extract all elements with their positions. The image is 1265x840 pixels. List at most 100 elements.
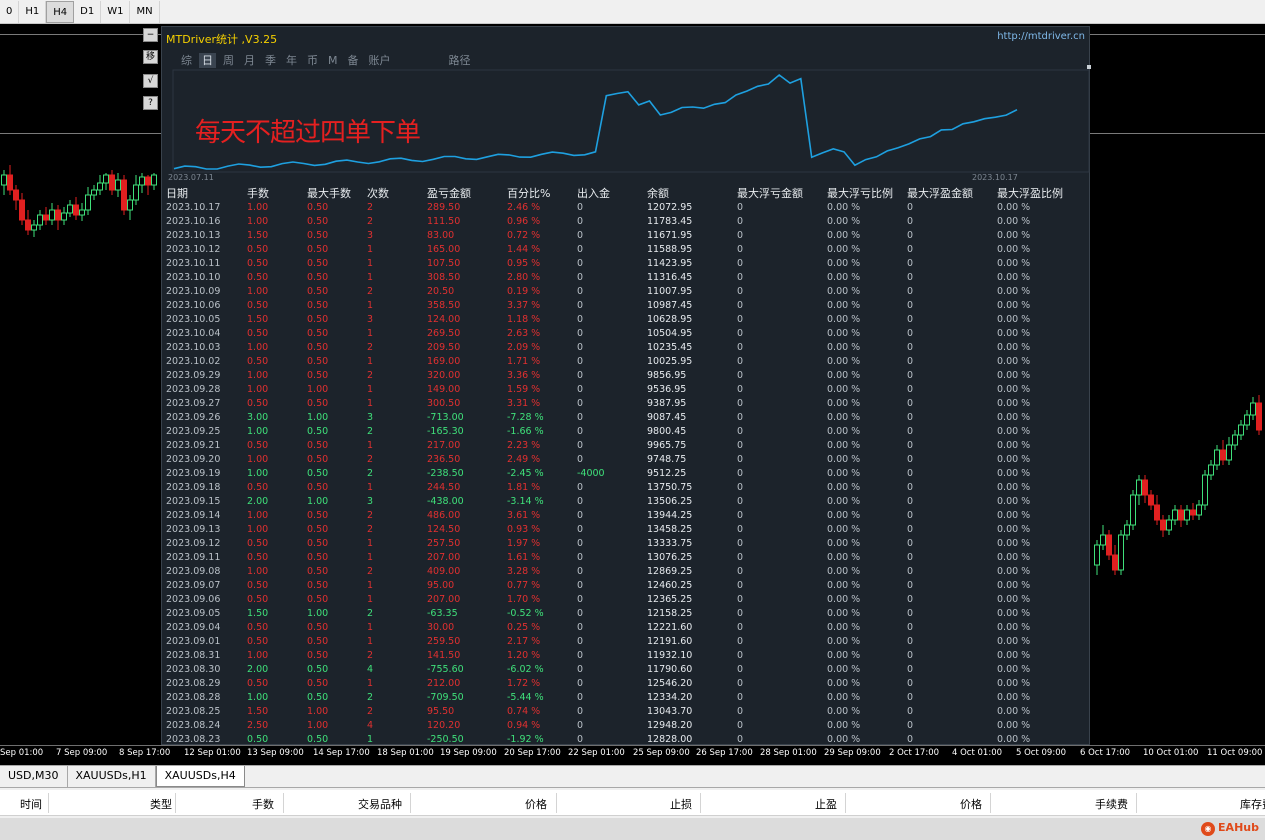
terminal-column-header[interactable]: 类型 bbox=[150, 796, 172, 812]
column-separator[interactable] bbox=[410, 793, 411, 813]
stats-cell: 2023.09.28 bbox=[166, 384, 221, 395]
help-panel-button[interactable]: ? bbox=[143, 96, 158, 110]
stats-cell: 0.50 bbox=[307, 272, 329, 283]
column-separator[interactable] bbox=[1136, 793, 1137, 813]
panel-tab-0[interactable]: 综 bbox=[178, 53, 195, 68]
stats-cell: 0 bbox=[737, 454, 744, 465]
stats-cell: 0.00 % bbox=[997, 496, 1031, 507]
move-panel-button[interactable]: 移 bbox=[143, 50, 158, 64]
terminal-column-header[interactable]: 库存费 bbox=[1240, 796, 1265, 812]
stats-cell: 9856.95 bbox=[647, 370, 687, 381]
terminal-column-header[interactable]: 价格 bbox=[525, 796, 547, 812]
stats-cell: 0 bbox=[737, 482, 744, 493]
stats-cell: 111.50 bbox=[427, 216, 461, 227]
chart-tab-0[interactable]: USD,M30 bbox=[0, 766, 68, 787]
stats-cell: 2023.09.18 bbox=[166, 482, 221, 493]
panel-tab-10[interactable]: 路径 bbox=[446, 53, 474, 68]
stats-cell: 2 bbox=[367, 370, 374, 381]
stats-cell: 1.00 bbox=[247, 286, 269, 297]
stats-cell: 0.00 % bbox=[827, 608, 861, 619]
timeframe-button-mn[interactable]: MN bbox=[130, 0, 160, 23]
stats-cell: 0.00 % bbox=[997, 580, 1031, 591]
stats-cell: 0 bbox=[577, 608, 584, 619]
panel-tab-3[interactable]: 月 bbox=[241, 53, 258, 68]
chart-tab-1[interactable]: XAUUSDs,H1 bbox=[68, 766, 156, 787]
stats-cell: 0 bbox=[737, 328, 744, 339]
terminal-column-header[interactable]: 交易品种 bbox=[358, 796, 402, 812]
panel-tab-1[interactable]: 日 bbox=[199, 53, 216, 68]
stats-cell: 2 bbox=[367, 566, 374, 577]
stats-cell: 0 bbox=[907, 412, 914, 423]
watermark: ◉ EAHub bbox=[1201, 821, 1259, 836]
time-axis-label: 29 Sep 09:00 bbox=[824, 748, 881, 758]
stats-cell: 0.00 % bbox=[997, 202, 1031, 213]
timeframe-button-h1[interactable]: H1 bbox=[19, 0, 47, 23]
chart-tab-2[interactable]: XAUUSDs,H4 bbox=[155, 766, 245, 787]
stats-cell: 11423.95 bbox=[647, 258, 693, 269]
timeframe-button-w1[interactable]: W1 bbox=[101, 0, 131, 23]
stats-cell: 2023.08.28 bbox=[166, 692, 221, 703]
panel-tab-2[interactable]: 周 bbox=[220, 53, 237, 68]
terminal-table-header: 时间 类型 手数 交易品种 价格 止损 止盈 价格 手续费 库存费 bbox=[0, 790, 1265, 816]
stats-cell: 2023.09.06 bbox=[166, 594, 221, 605]
stats-cell: -63.35 bbox=[427, 608, 458, 619]
terminal-column-header[interactable]: 止盈 bbox=[815, 796, 837, 812]
stats-cell: 2.00 bbox=[247, 496, 269, 507]
terminal-column-header[interactable]: 手数 bbox=[252, 796, 274, 812]
stats-row: 2023.09.15 2.00 1.00 3 -438.00 -3.14 % 0 13506.… bbox=[166, 495, 1086, 509]
column-separator[interactable] bbox=[48, 793, 49, 813]
stats-cell: 1 bbox=[367, 398, 374, 409]
stats-cell: 1 bbox=[367, 678, 374, 689]
terminal-column-header[interactable]: 价格 bbox=[960, 796, 982, 812]
terminal-column-header[interactable]: 手续费 bbox=[1095, 796, 1128, 812]
stats-cell: 0.00 % bbox=[997, 664, 1031, 675]
candle bbox=[115, 173, 121, 197]
stats-cell: 0.50 bbox=[307, 230, 329, 241]
stats-cell: 0.50 bbox=[307, 622, 329, 633]
timeframe-button-d1[interactable]: D1 bbox=[74, 0, 102, 23]
stats-cell: 0.50 bbox=[307, 328, 329, 339]
terminal-column-header[interactable]: 止损 bbox=[670, 796, 692, 812]
stats-cell: 289.50 bbox=[427, 202, 461, 213]
stats-cell: 3.61 % bbox=[507, 510, 541, 521]
confirm-panel-button[interactable]: √ bbox=[143, 74, 158, 88]
stats-cell: 0 bbox=[737, 300, 744, 311]
stats-row: 2023.09.11 0.50 0.50 1 207.00 1.61 % 0 13076.25… bbox=[166, 551, 1086, 565]
stats-cell: 2 bbox=[367, 692, 374, 703]
stats-row: 2023.09.21 0.50 0.50 1 217.00 2.23 % 0 9965.75 0… bbox=[166, 439, 1086, 453]
panel-tab-8[interactable]: 备 bbox=[345, 53, 362, 68]
candle bbox=[121, 175, 127, 215]
time-axis-label: 19 Sep 09:00 bbox=[440, 748, 497, 758]
stats-cell: 0 bbox=[907, 272, 914, 283]
stats-cell: 0.00 % bbox=[997, 734, 1031, 745]
stats-cell: 1.97 % bbox=[507, 538, 541, 549]
stats-cell: 30.00 bbox=[427, 622, 455, 633]
panel-resize-handle[interactable] bbox=[1087, 65, 1091, 69]
panel-tab-9[interactable]: 账户 bbox=[366, 53, 394, 68]
column-separator[interactable] bbox=[845, 793, 846, 813]
column-separator[interactable] bbox=[990, 793, 991, 813]
stats-cell: 1 bbox=[367, 384, 374, 395]
panel-title: MTDriver统计 ,V3.25 bbox=[166, 33, 278, 46]
panel-tab-4[interactable]: 季 bbox=[262, 53, 279, 68]
stats-cell: 0.50 bbox=[247, 678, 269, 689]
column-separator[interactable] bbox=[175, 793, 176, 813]
column-separator[interactable] bbox=[283, 793, 284, 813]
timeframe-button-0[interactable]: 0 bbox=[0, 0, 20, 23]
stats-cell: 2.63 % bbox=[507, 328, 541, 339]
terminal-column-header[interactable]: 时间 bbox=[20, 796, 42, 812]
stats-cell: 11932.10 bbox=[647, 650, 693, 661]
minimize-panel-button[interactable]: − bbox=[143, 28, 158, 42]
panel-url-link[interactable]: http://mtdriver.cn bbox=[997, 31, 1085, 42]
panel-tab-6[interactable]: 币 bbox=[304, 53, 321, 68]
stats-cell: 2023.10.13 bbox=[166, 230, 221, 241]
panel-tab-5[interactable]: 年 bbox=[283, 53, 300, 68]
timeframe-button-h4[interactable]: H4 bbox=[46, 0, 75, 23]
column-separator[interactable] bbox=[556, 793, 557, 813]
stats-cell: -438.00 bbox=[427, 496, 464, 507]
stats-cell: 0 bbox=[737, 664, 744, 675]
stats-cell: 0.50 bbox=[247, 258, 269, 269]
panel-tab-7[interactable]: M bbox=[325, 53, 341, 68]
stats-cell: 0 bbox=[577, 328, 584, 339]
column-separator[interactable] bbox=[700, 793, 701, 813]
